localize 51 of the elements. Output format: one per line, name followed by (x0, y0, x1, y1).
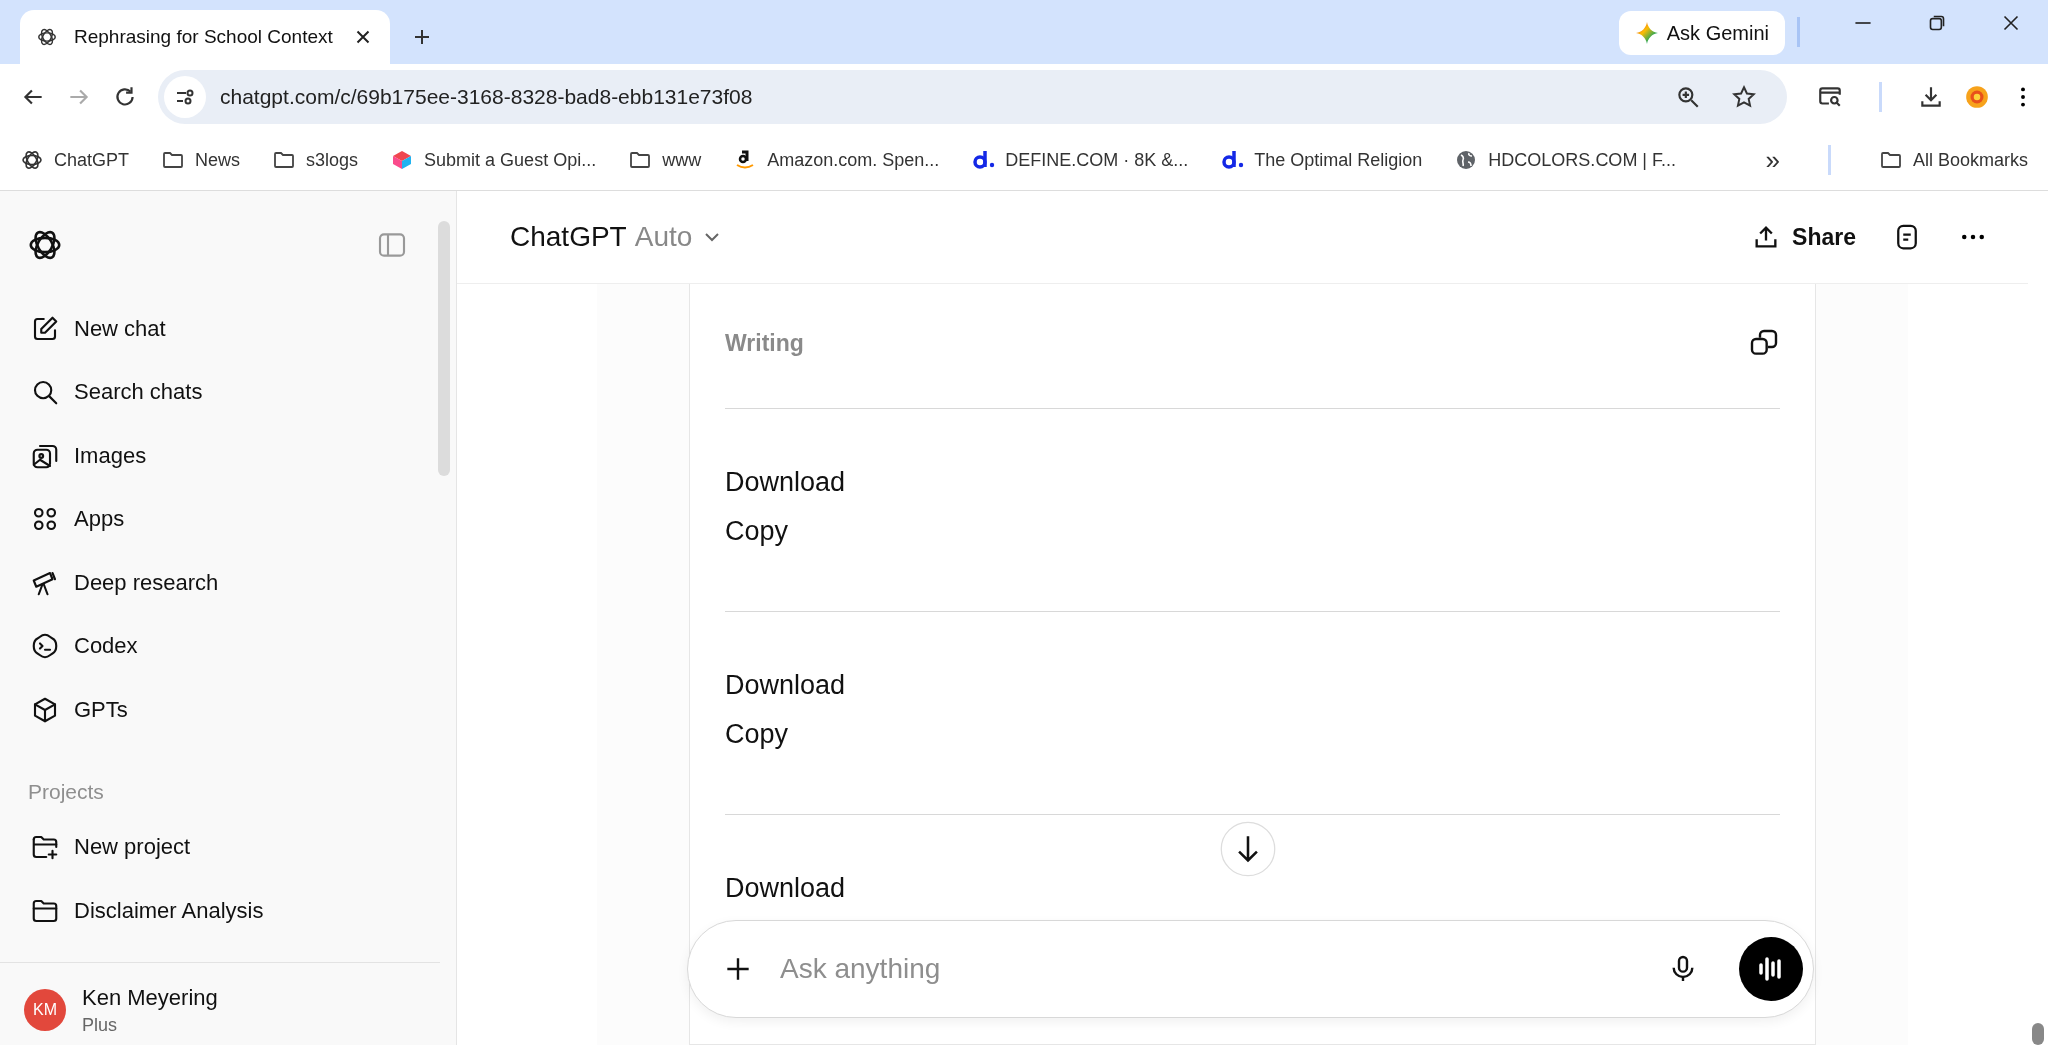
model-selector[interactable]: ChatGPT Auto (510, 221, 725, 253)
letter-d-icon (971, 148, 996, 172)
sidebar-item[interactable]: Codex (10, 614, 426, 678)
scrollbar-thumb[interactable] (438, 221, 450, 476)
text-line: Copy (725, 719, 790, 750)
browser-tab[interactable]: Rephrasing for School Context (20, 10, 390, 64)
knot-logo-icon (36, 26, 58, 48)
text-line: Download (725, 670, 847, 701)
sidebar-item[interactable]: Apps (10, 487, 426, 551)
bookmark-item[interactable]: HDCOLORS.COM | F... (1454, 148, 1677, 172)
bookmark-item[interactable]: DEFINE.COM · 8K &... (971, 148, 1189, 172)
message-composer[interactable]: Ask anything (687, 920, 1814, 1018)
address-bar[interactable]: chatgpt.com/c/69b175ee-3168-8328-bad8-ebb131e73f08 (158, 70, 1787, 124)
plan-label: Plus (82, 1014, 118, 1036)
ask-gemini-button[interactable]: Ask Gemini (1618, 11, 1785, 55)
bookmark-item[interactable]: s3logs (272, 148, 359, 172)
user-name: Ken Meyering (82, 984, 218, 1011)
section-label: Writing (725, 329, 804, 357)
sidebar-item[interactable]: GPTs (10, 678, 426, 742)
share-button[interactable]: Share (1752, 223, 1856, 251)
avatar: KM (24, 989, 66, 1031)
sidebar-item[interactable]: New project (10, 815, 426, 879)
letter-d-icon (1220, 148, 1245, 172)
profile-avatar-icon[interactable] (1964, 84, 1990, 110)
sidebar-item[interactable]: Search chats (10, 360, 426, 424)
sidebar-item[interactable]: Disclaimer Analysis (10, 879, 426, 943)
bookmark-item[interactable]: The Optimal Religion (1220, 148, 1423, 172)
bookmark-item[interactable]: Amazon.com. Spen... (733, 148, 940, 172)
scroll-down-icon[interactable] (1220, 821, 1276, 877)
more-bookmarks-button[interactable]: » (1765, 144, 1780, 176)
user-account[interactable]: KM Ken Meyering Plus (0, 962, 440, 1045)
sidebar-item[interactable]: Deep research (10, 551, 426, 615)
download-icon[interactable] (1918, 84, 1944, 110)
text-line: Download (725, 873, 847, 904)
star-icon[interactable] (1731, 84, 1757, 110)
voice-mode-icon[interactable] (1739, 937, 1803, 1001)
section-heading: Projects (27, 778, 105, 804)
scrollbar-thumb[interactable] (2032, 1023, 2044, 1045)
bookmark-item[interactable]: ChatGPT (20, 148, 130, 172)
text-line: Copy (725, 516, 790, 547)
sidebar-item[interactable]: Images (10, 424, 426, 488)
sidebar-item[interactable]: New chat (10, 297, 426, 361)
zoom-in-icon[interactable] (1675, 84, 1701, 110)
message-input[interactable]: Ask anything (778, 952, 1643, 986)
bookmark-item[interactable]: Submit a Guest Opi... (390, 148, 597, 172)
bookmark-item[interactable]: News (161, 148, 241, 172)
text-line: Download (725, 467, 847, 498)
bookmark-item[interactable]: www (628, 148, 702, 172)
bookmark-item[interactable]: All Bookmarks (1878, 148, 2028, 172)
site-settings-icon[interactable] (164, 76, 206, 118)
knot-logo-icon (20, 148, 44, 172)
